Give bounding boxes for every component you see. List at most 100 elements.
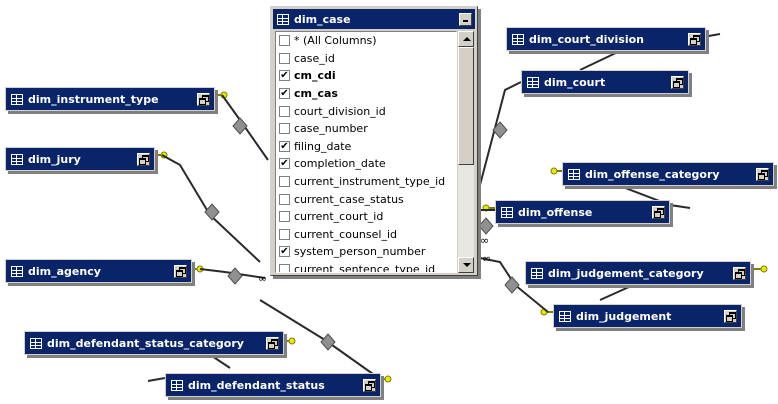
checkbox-icon[interactable]: [279, 264, 290, 272]
table-dim-offense[interactable]: dim_offense: [495, 200, 670, 224]
relationship-diamond-icon[interactable]: [492, 121, 508, 139]
table-icon: [512, 33, 524, 45]
column-row[interactable]: system_person_number: [276, 243, 456, 261]
checkbox-icon[interactable]: [279, 158, 290, 170]
checkbox-icon[interactable]: [279, 211, 290, 223]
column-name: court_division_id: [294, 104, 386, 118]
checkbox-icon[interactable]: [279, 246, 290, 258]
restore-icon[interactable]: [197, 92, 210, 106]
column-row[interactable]: cm_cas: [276, 85, 456, 103]
rel-agency-case: [199, 268, 266, 279]
restore-icon[interactable]: [671, 75, 684, 89]
column-row[interactable]: cm_cdi: [276, 67, 456, 85]
dim-case-table-window[interactable]: dim_case * (All Columns) case_id cm_cdi cm_…: [270, 6, 478, 276]
table-icon: [11, 93, 23, 105]
column-row[interactable]: current_court_id: [276, 208, 456, 226]
table-icon: [30, 337, 42, 349]
column-list[interactable]: * (All Columns) case_id cm_cdi cm_cas court_…: [275, 31, 457, 273]
scroll-down-arrow-icon[interactable]: [458, 257, 474, 273]
many-end-icon: ∞: [480, 234, 489, 247]
checkbox-icon[interactable]: [279, 193, 290, 205]
checkbox-icon[interactable]: [279, 70, 290, 82]
table-dim-offense-category[interactable]: dim_offense_category: [562, 162, 774, 186]
checkbox-icon[interactable]: [279, 105, 290, 117]
rel-defstatus-left: [147, 377, 166, 382]
scroll-thumb[interactable]: [458, 47, 474, 165]
table-icon: [559, 310, 571, 322]
key-icon: [153, 151, 168, 159]
table-name: dim_judgement: [576, 309, 672, 323]
relationship-diamond-icon[interactable]: [504, 276, 520, 294]
restore-icon[interactable]: [137, 152, 150, 166]
column-row[interactable]: current_case_status: [276, 190, 456, 208]
table-name: dim_court_division: [529, 32, 644, 46]
restore-icon[interactable]: [688, 32, 701, 46]
checkbox-icon[interactable]: [279, 123, 290, 135]
table-name: dim_offense: [518, 205, 593, 219]
table-dim-court[interactable]: dim_court: [521, 70, 689, 94]
checkbox-icon[interactable]: [279, 52, 290, 64]
column-name: cm_cas: [294, 87, 338, 101]
column-name: case_id: [294, 51, 335, 65]
relationship-diamond-icon[interactable]: [232, 117, 248, 135]
checkbox-icon[interactable]: [279, 176, 290, 188]
dim-case-title: dim_case: [294, 12, 351, 26]
scroll-up-arrow-icon[interactable]: [458, 31, 474, 47]
table-icon: [501, 206, 513, 218]
checkbox-icon[interactable]: [279, 228, 290, 240]
relationship-diamond-icon[interactable]: [320, 333, 336, 351]
table-dim-defendant-status-category[interactable]: dim_defendant_status_category: [24, 331, 284, 355]
rel-jury-case: [161, 154, 261, 263]
column-row[interactable]: current_counsel_id: [276, 226, 456, 244]
rel-court-case: [479, 81, 522, 186]
checkbox-icon[interactable]: [279, 35, 290, 47]
restore-icon[interactable]: [652, 205, 665, 219]
column-row[interactable]: current_sentence_type_id: [276, 261, 456, 272]
restore-icon[interactable]: [174, 264, 187, 278]
column-name: current_instrument_type_id: [294, 175, 446, 189]
table-icon: [11, 265, 23, 277]
relationship-diamond-icon[interactable]: [204, 203, 220, 221]
rel-court-division-court: [579, 50, 621, 71]
dim-case-title-bar[interactable]: dim_case: [273, 9, 475, 29]
rel-instrument-case: [221, 94, 269, 161]
column-row[interactable]: case_id: [276, 50, 456, 68]
checkbox-icon[interactable]: [279, 140, 290, 152]
column-row[interactable]: filing_date: [276, 138, 456, 156]
restore-icon[interactable]: [266, 336, 279, 350]
restore-icon[interactable]: [733, 266, 746, 280]
table-dim-court-division[interactable]: dim_court_division: [506, 27, 706, 51]
column-row[interactable]: * (All Columns): [276, 32, 456, 50]
restore-icon[interactable]: [724, 309, 737, 323]
table-dim-judgement-category[interactable]: dim_judgement_category: [525, 261, 751, 285]
checkbox-icon[interactable]: [279, 88, 290, 100]
relationship-diamond-icon[interactable]: [478, 217, 494, 235]
column-row[interactable]: completion_date: [276, 155, 456, 173]
column-list-scrollbar[interactable]: [458, 31, 474, 273]
column-row[interactable]: case_number: [276, 120, 456, 138]
table-icon: [568, 168, 580, 180]
table-dim-agency[interactable]: dim_agency: [5, 259, 192, 283]
column-row[interactable]: court_division_id: [276, 102, 456, 120]
table-name: dim_court: [544, 75, 606, 89]
table-name: dim_offense_category: [585, 167, 720, 181]
column-name: current_court_id: [294, 210, 384, 224]
table-name: dim_agency: [28, 264, 101, 278]
restore-icon[interactable]: [756, 167, 769, 181]
column-name: current_counsel_id: [294, 227, 397, 241]
table-dim-instrument-type[interactable]: dim_instrument_type: [5, 87, 215, 111]
many-end-icon: ∞: [482, 252, 491, 265]
table-icon: [277, 13, 289, 25]
many-end-icon: ∞: [258, 272, 267, 285]
restore-icon[interactable]: [363, 378, 376, 392]
table-dim-jury[interactable]: dim_jury: [5, 147, 155, 171]
table-dim-defendant-status[interactable]: dim_defendant_status: [165, 373, 381, 397]
relationship-diamond-icon[interactable]: [227, 267, 243, 285]
table-dim-judgement[interactable]: dim_judgement: [553, 304, 742, 328]
column-name: cm_cdi: [294, 69, 336, 83]
minimize-icon[interactable]: [459, 12, 472, 26]
table-name: dim_jury: [28, 152, 81, 166]
key-icon: [213, 91, 228, 99]
column-row[interactable]: current_instrument_type_id: [276, 173, 456, 191]
key-icon: [753, 265, 768, 273]
